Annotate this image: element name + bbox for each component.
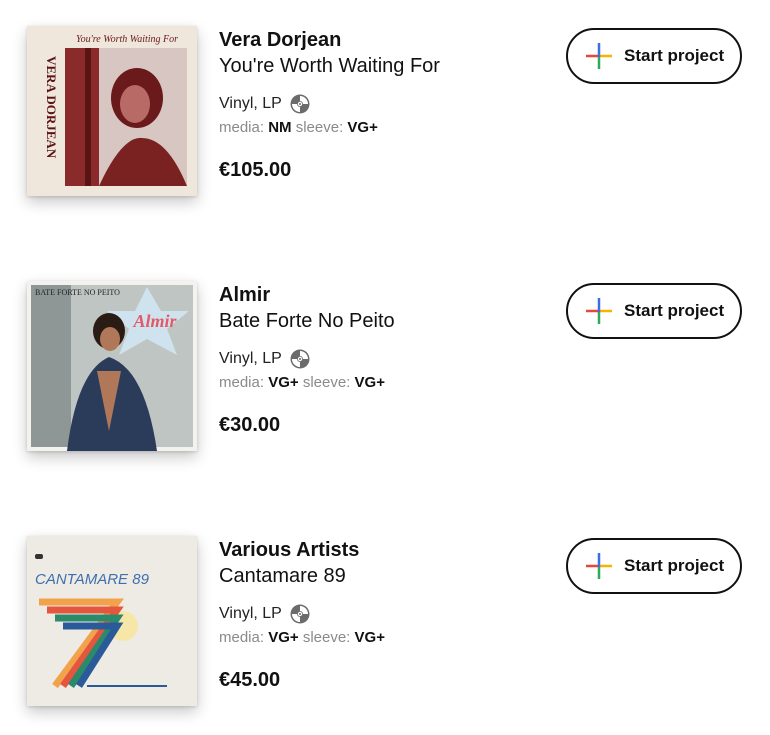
album-cover-art: You're Worth Waiting For VERA DORJEAN (27, 26, 197, 196)
price: €105.00 (219, 159, 292, 181)
vinyl-disc-icon (290, 604, 310, 624)
cover-title-text: CANTAMARE 89 (35, 571, 150, 588)
format-text: Vinyl, LP (219, 350, 282, 367)
media-label: media: (219, 374, 265, 391)
sleeve-label: sleeve: (302, 629, 351, 646)
record-info: Various Artists Cantamare 89 Vinyl, LP m… (219, 537, 549, 693)
media-label: media: (219, 119, 265, 136)
artist-name[interactable]: Various Artists (219, 537, 549, 563)
record-title[interactable]: Bate Forte No Peito (219, 308, 549, 334)
format-line: Vinyl, LP (219, 348, 549, 370)
condition-line: media: VG+ sleeve: VG+ (219, 627, 549, 649)
artist-name[interactable]: Almir (219, 282, 549, 308)
start-project-label: Start project (624, 556, 725, 575)
media-grade: VG+ (268, 374, 299, 391)
sleeve-label: sleeve: (295, 119, 344, 136)
condition-line: media: VG+ sleeve: VG+ (219, 372, 549, 394)
media-grade: VG+ (268, 629, 299, 646)
sleeve-label: sleeve: (302, 374, 351, 391)
plus-icon (586, 298, 612, 324)
sleeve-grade: VG+ (354, 374, 385, 391)
plus-icon (586, 43, 612, 69)
format-line: Vinyl, LP (219, 93, 549, 115)
start-project-label: Start project (624, 301, 725, 320)
start-project-button[interactable]: Start project (566, 283, 742, 339)
condition-line: media: NM sleeve: VG+ (219, 117, 549, 139)
start-project-label: Start project (624, 46, 725, 65)
price: €30.00 (219, 414, 281, 436)
sleeve-grade: VG+ (354, 629, 385, 646)
artist-name[interactable]: Vera Dorjean (219, 27, 549, 53)
record-title[interactable]: Cantamare 89 (219, 563, 549, 589)
vinyl-disc-icon (290, 349, 310, 369)
list-item: CANTAMARE 89 Various Artists Cantamare 8… (0, 533, 770, 733)
vinyl-disc-icon (290, 94, 310, 114)
list-item: You're Worth Waiting For VERA DORJEAN Ve… (0, 23, 770, 223)
format-text: Vinyl, LP (219, 605, 282, 622)
album-cover[interactable]: CANTAMARE 89 (27, 536, 197, 706)
album-cover-art: Almir BATE FORTE NO PEITO (27, 281, 197, 451)
plus-icon (586, 553, 612, 579)
cover-title-text: BATE FORTE NO PEITO (35, 288, 120, 297)
cover-title-text: You're Worth Waiting For (76, 34, 178, 45)
format-text: Vinyl, LP (219, 95, 282, 112)
list-item: Almir BATE FORTE NO PEITO Almir Bate For… (0, 278, 770, 478)
record-info: Almir Bate Forte No Peito Vinyl, LP medi… (219, 282, 549, 438)
album-cover[interactable]: You're Worth Waiting For VERA DORJEAN (27, 26, 197, 196)
media-grade: NM (268, 119, 292, 136)
price: €45.00 (219, 669, 281, 691)
album-cover-art: CANTAMARE 89 (27, 536, 197, 706)
cover-spine-text: VERA DORJEAN (44, 56, 59, 159)
album-cover[interactable]: Almir BATE FORTE NO PEITO (27, 281, 197, 451)
sleeve-grade: VG+ (347, 119, 378, 136)
format-line: Vinyl, LP (219, 603, 549, 625)
start-project-button[interactable]: Start project (566, 538, 742, 594)
start-project-button[interactable]: Start project (566, 28, 742, 84)
record-info: Vera Dorjean You're Worth Waiting For Vi… (219, 27, 549, 183)
record-title[interactable]: You're Worth Waiting For (219, 53, 549, 79)
record-list: You're Worth Waiting For VERA DORJEAN Ve… (0, 0, 770, 735)
media-label: media: (219, 629, 265, 646)
cover-logo-text: Almir (132, 311, 177, 331)
